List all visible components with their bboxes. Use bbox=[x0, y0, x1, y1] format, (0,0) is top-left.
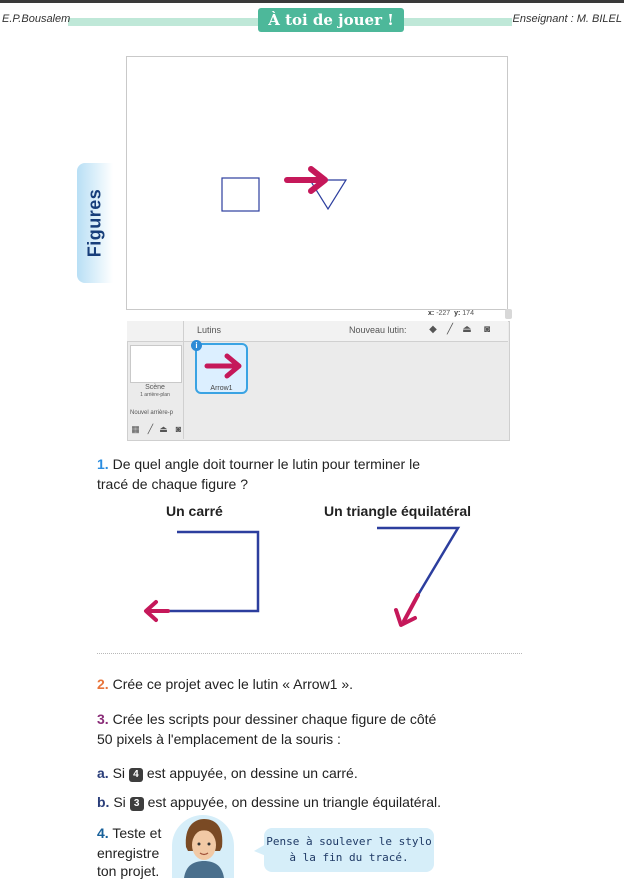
new-backdrop-label: Nouvel arrière-p bbox=[130, 410, 174, 416]
square-path-figure bbox=[144, 530, 260, 622]
q1-number: 1. bbox=[97, 456, 109, 472]
q3-text: Crée les scripts pour dessiner chaque fi… bbox=[112, 711, 437, 727]
triangle-title: Un triangle équilatéral bbox=[324, 503, 472, 519]
triangle-path-figure bbox=[377, 526, 461, 627]
brush-icon[interactable]: ╱ bbox=[444, 324, 456, 336]
paint-icon[interactable]: ◆ bbox=[427, 324, 439, 336]
scratch-stage[interactable] bbox=[126, 56, 508, 310]
scene-thumbnail[interactable] bbox=[130, 345, 182, 383]
stage-drawing bbox=[221, 166, 348, 212]
separator bbox=[97, 653, 522, 654]
school-name: E.P.Bousalem bbox=[2, 13, 71, 25]
arrow-sprite[interactable] bbox=[284, 166, 328, 194]
question-4-line2: enregistre bbox=[97, 845, 160, 861]
question-2: 2. Crée ce projet avec le lutin « Arrow1… bbox=[97, 676, 353, 692]
item-a-pre: Si bbox=[112, 765, 126, 781]
question-3-line2: 50 pixels à l'emplacement de la souris : bbox=[97, 731, 341, 747]
teacher-name: Enseignant : M. BILEL bbox=[512, 13, 622, 25]
item-a-text: est appuyée, on dessine un carré. bbox=[146, 765, 358, 781]
scene-backdrop-count: 1 arrière-plan bbox=[140, 392, 170, 398]
item-b: b. Si 3 est appuyée, on dessine un trian… bbox=[97, 794, 441, 811]
bubble-line-1: Pense à soulever le stylo bbox=[266, 835, 432, 848]
bubble-text: Pense à soulever le stylo à la fin du tr… bbox=[264, 834, 434, 866]
backdrop-camera-icon[interactable]: ◙ bbox=[173, 424, 184, 434]
drawn-square bbox=[221, 177, 260, 212]
key-4-icon: 4 bbox=[128, 768, 143, 782]
arrow-thumbnail bbox=[204, 353, 242, 379]
top-rule bbox=[0, 0, 624, 3]
q3-number: 3. bbox=[97, 711, 109, 727]
sprite-name: Arrow1 bbox=[210, 385, 233, 392]
question-1-line1: 1. De quel angle doit tourner le lutin p… bbox=[97, 456, 420, 472]
mouse-coordinates: x: -227 y: 174 bbox=[428, 310, 474, 317]
backdrop-library-icon[interactable]: ▦ bbox=[130, 424, 141, 434]
pane-divider bbox=[183, 321, 184, 439]
nouveau-lutin-label: Nouveau lutin: bbox=[349, 325, 407, 335]
backdrop-upload-icon[interactable]: ⏏ bbox=[158, 424, 169, 434]
item-b-pre: Si bbox=[113, 794, 126, 810]
q2-text: Crée ce projet avec le lutin « Arrow1 ». bbox=[112, 676, 354, 692]
bubble-line-2: à la fin du tracé. bbox=[289, 851, 409, 864]
square-title: Un carré bbox=[166, 503, 223, 519]
avatar bbox=[184, 819, 224, 878]
question-4-line1: 4. Teste et bbox=[97, 825, 161, 841]
question-3-line1: 3. Crée les scripts pour dessiner chaque… bbox=[97, 711, 436, 727]
section-title: À toi de jouer ! bbox=[258, 8, 404, 32]
upload-icon[interactable]: ⏏ bbox=[461, 324, 473, 336]
sprite-info-icon[interactable]: i bbox=[191, 340, 202, 351]
q1-text: De quel angle doit tourner le lutin pour… bbox=[112, 456, 420, 472]
camera-icon[interactable]: ◙ bbox=[481, 324, 493, 336]
q4-number: 4. bbox=[97, 825, 109, 841]
header-band-left bbox=[68, 18, 258, 26]
item-a-label: a. bbox=[97, 765, 109, 781]
stage-resize-handle[interactable] bbox=[505, 309, 512, 319]
item-b-label: b. bbox=[97, 794, 110, 810]
figures-tab-label: Figures bbox=[84, 188, 105, 258]
question-1-line2: tracé de chaque figure ? bbox=[97, 476, 248, 492]
header-band-right bbox=[404, 18, 512, 26]
q4-text: Teste et bbox=[112, 825, 162, 841]
question-4-line3: ton projet. bbox=[97, 863, 160, 879]
backdrop-paint-icon[interactable]: ╱ bbox=[145, 424, 156, 434]
q2-number: 2. bbox=[97, 676, 109, 692]
lutins-label: Lutins bbox=[197, 325, 222, 335]
key-3-icon: 3 bbox=[129, 797, 144, 811]
scene-label: Scène bbox=[145, 384, 165, 391]
item-b-text: est appuyée, on dessine un triangle équi… bbox=[147, 794, 442, 810]
item-a: a. Si 4 est appuyée, on dessine un carré… bbox=[97, 765, 358, 782]
